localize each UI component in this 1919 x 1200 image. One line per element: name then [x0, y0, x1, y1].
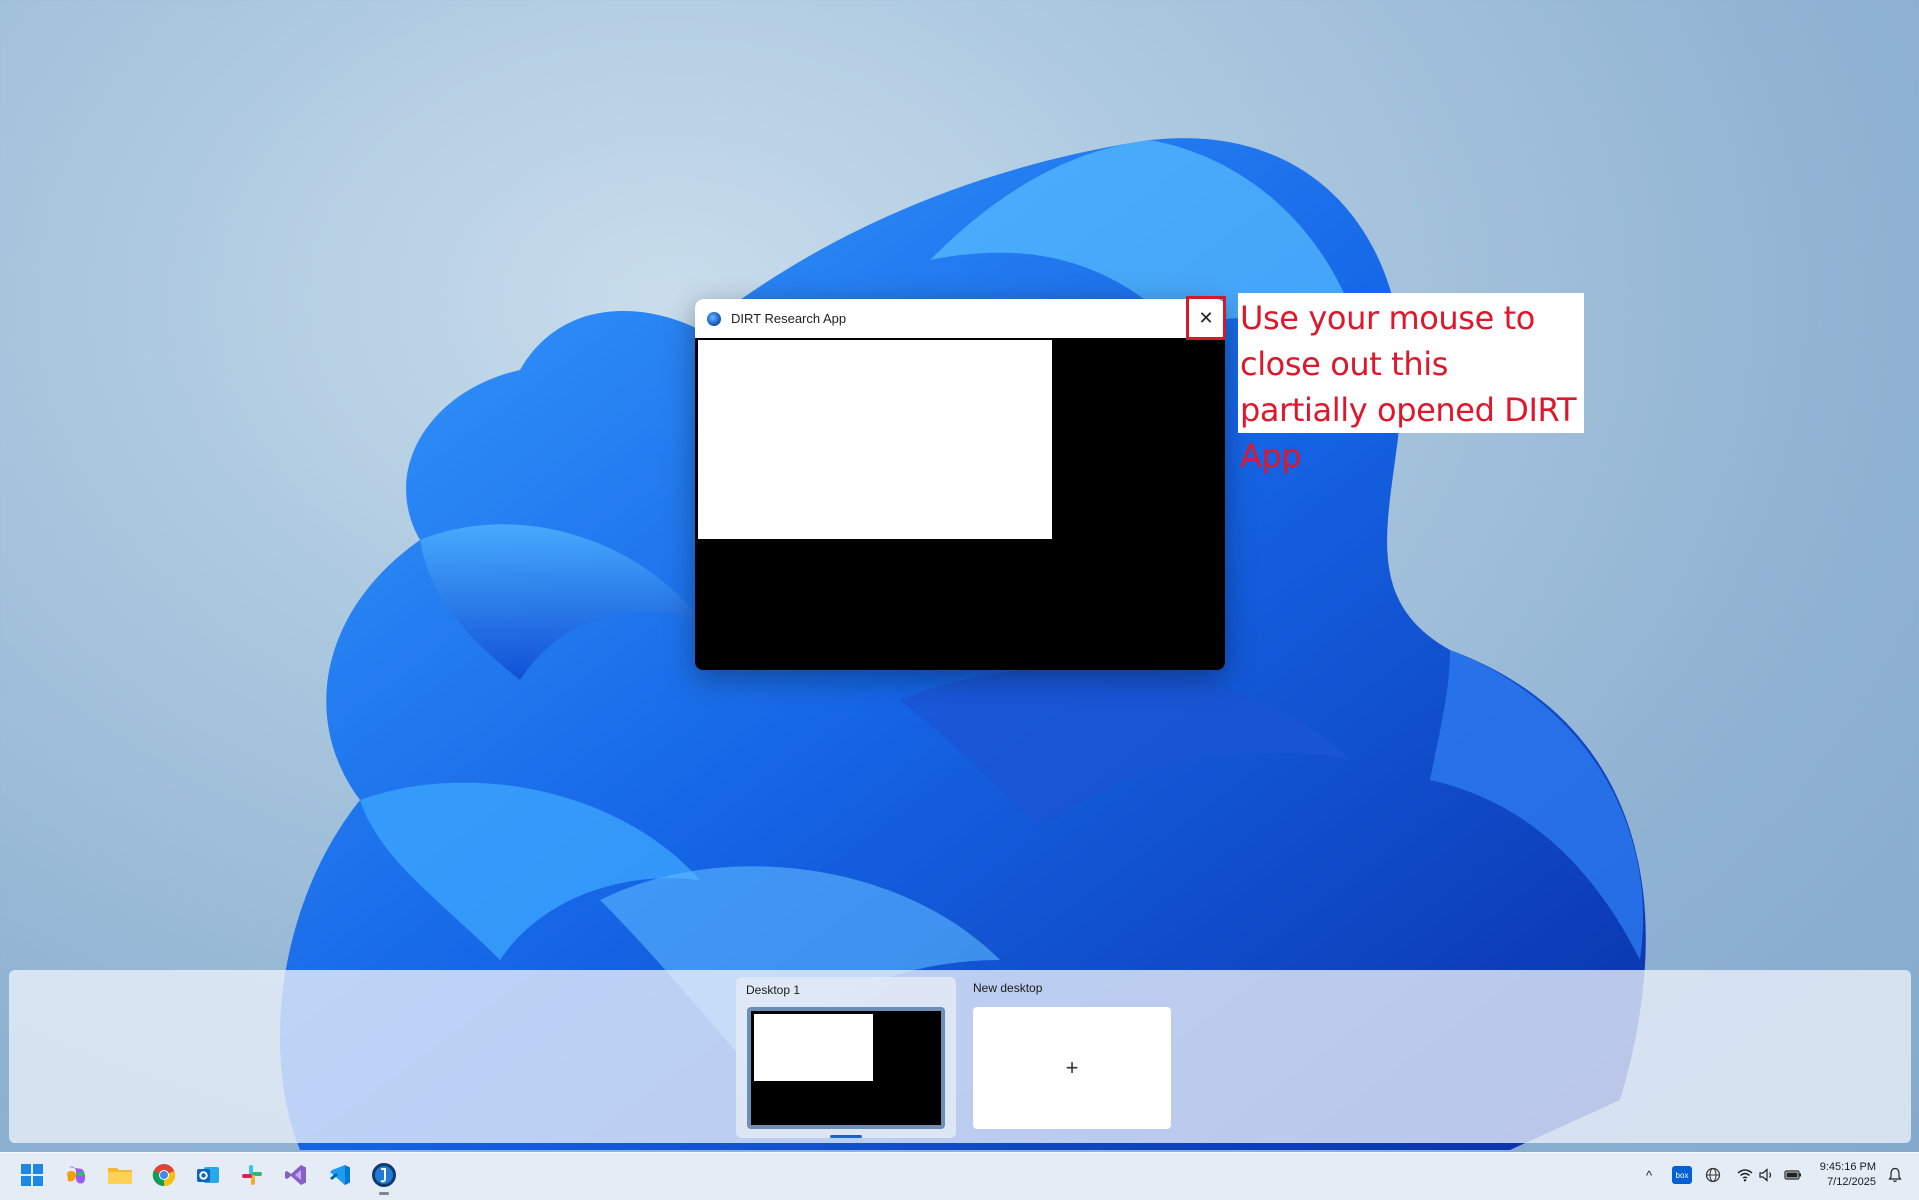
- new-desktop-button[interactable]: +: [973, 1007, 1171, 1129]
- start-icon[interactable]: [18, 1161, 46, 1189]
- desktop-1-active-indicator: [830, 1135, 862, 1138]
- clock-time: 9:45:16 PM: [1819, 1161, 1876, 1173]
- clock-date: 7/12/2025: [1827, 1176, 1876, 1188]
- notification-bell-icon[interactable]: [1886, 1166, 1904, 1184]
- wifi-icon[interactable]: [1736, 1166, 1754, 1184]
- box-tray-icon[interactable]: box: [1672, 1166, 1692, 1184]
- running-app-indicator: [379, 1192, 389, 1195]
- outlook-icon[interactable]: [194, 1161, 222, 1189]
- chrome-icon[interactable]: [150, 1161, 178, 1189]
- chevron-up-icon[interactable]: ^: [1640, 1166, 1658, 1184]
- window-titlebar[interactable]: DIRT Research App ✕: [695, 299, 1225, 338]
- visual-studio-icon[interactable]: [282, 1161, 310, 1189]
- task-view-panel: [9, 970, 1911, 1143]
- dirt-app-window[interactable]: DIRT Research App ✕: [695, 299, 1225, 670]
- dirt-app-icon: [707, 311, 721, 326]
- battery-icon[interactable]: [1784, 1166, 1802, 1184]
- language-globe-icon[interactable]: [1704, 1166, 1722, 1184]
- system-clock[interactable]: 9:45:16 PM 7/12/2025: [1812, 1160, 1876, 1190]
- copilot-icon[interactable]: [62, 1161, 90, 1189]
- window-title: DIRT Research App: [731, 311, 847, 326]
- instruction-annotation: Use your mouse to close out this partial…: [1238, 293, 1584, 475]
- speaker-icon[interactable]: [1758, 1166, 1776, 1184]
- plus-icon: +: [1065, 1055, 1079, 1080]
- desktop-1-label: Desktop 1: [746, 983, 801, 997]
- dirt-app-icon[interactable]: [370, 1161, 398, 1189]
- new-desktop-label: New desktop: [973, 981, 1043, 995]
- close-button-highlight: [1186, 296, 1226, 340]
- window-content-area: [698, 340, 1052, 539]
- vscode-icon[interactable]: [326, 1161, 354, 1189]
- slack-icon[interactable]: [238, 1161, 266, 1189]
- desktop-1-thumbnail[interactable]: [747, 1007, 945, 1129]
- thumbnail-window-preview: [754, 1014, 873, 1081]
- file-explorer-icon[interactable]: [106, 1161, 134, 1189]
